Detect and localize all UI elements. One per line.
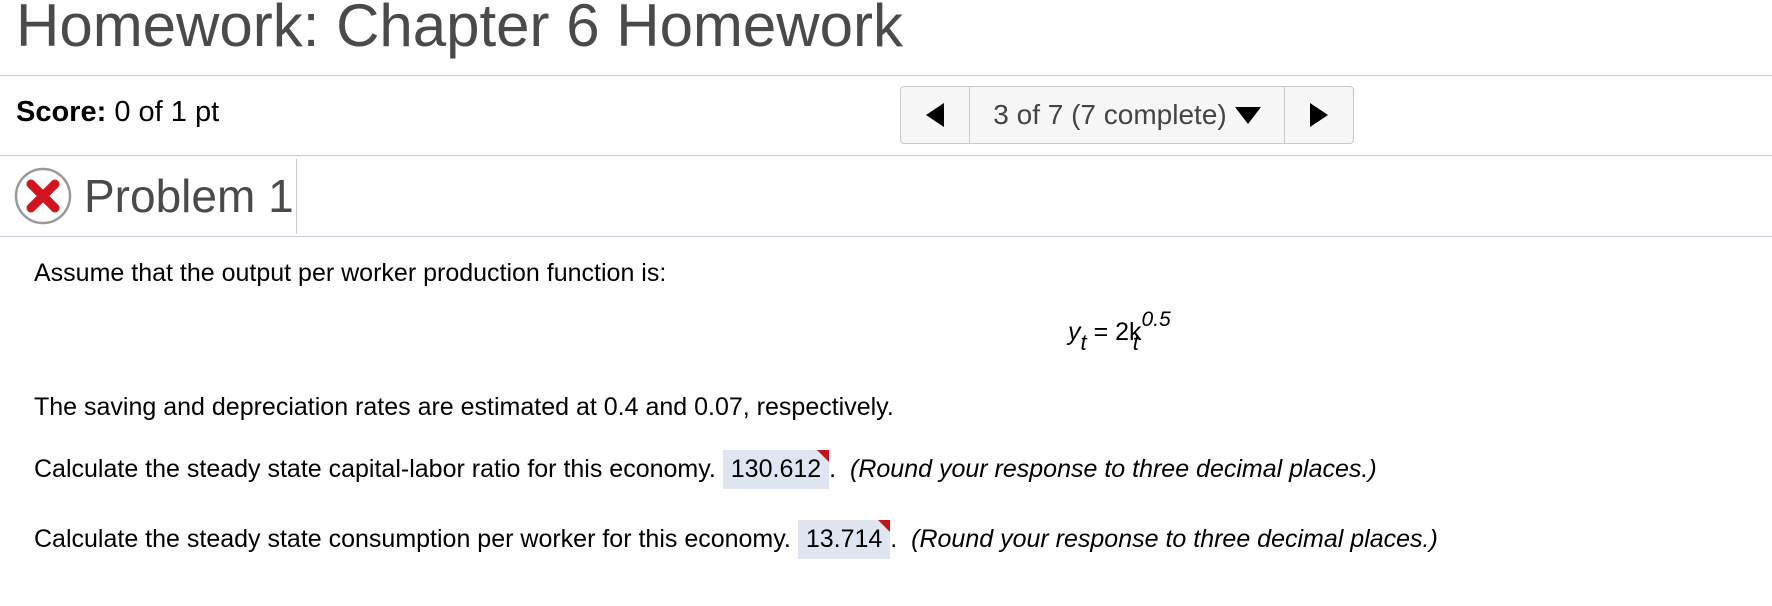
formula-rhs-subscript: t: [1132, 330, 1139, 355]
part2-prompt: Calculate the steady state consumption p…: [34, 525, 791, 553]
score: Score: 0 of 1 pt: [16, 96, 219, 129]
question-intro: Assume that the output per worker produc…: [34, 259, 667, 287]
rates-text: The saving and depreciation rates are es…: [34, 393, 894, 421]
production-function-formula: yt = 2k0.5t: [1068, 308, 1171, 355]
question-part-2: Calculate the steady state consumption p…: [34, 520, 1438, 559]
triangle-down-icon: [1234, 106, 1261, 124]
score-label: Score:: [16, 96, 107, 128]
part1-suffix: .: [829, 455, 837, 483]
part2-suffix: .: [890, 525, 898, 553]
incorrect-x-icon: [14, 167, 72, 225]
problem-header: Problem 1: [0, 157, 294, 235]
part1-hint: (Round your response to three decimal pl…: [850, 455, 1377, 483]
part2-answer-field[interactable]: 13.714: [797, 520, 891, 559]
formula-exponent: 0.5: [1141, 308, 1171, 331]
triangle-right-icon: [1310, 103, 1328, 127]
problem-title: Problem 1: [84, 170, 294, 222]
formula-lhs: y: [1068, 318, 1081, 346]
part1-answer-field[interactable]: 130.612: [722, 450, 830, 489]
part2-hint: (Round your response to three decimal pl…: [911, 525, 1438, 553]
previous-question-button[interactable]: [901, 87, 970, 143]
question-selector-dropdown[interactable]: 3 of 7 (7 complete): [970, 87, 1284, 143]
problem-divider: [0, 236, 1772, 237]
score-divider: [0, 155, 1772, 156]
question-navigator: 3 of 7 (7 complete): [900, 86, 1354, 144]
score-value: 0 of 1 pt: [114, 96, 220, 128]
header-divider: [0, 75, 1772, 76]
page-title: Homework: Chapter 6 Homework: [16, 0, 903, 59]
next-question-button[interactable]: [1284, 87, 1353, 143]
part1-prompt: Calculate the steady state capital-labor…: [34, 455, 716, 483]
triangle-left-icon: [926, 103, 944, 127]
problem-separator: [296, 159, 297, 234]
formula-lhs-subscript: t: [1080, 330, 1087, 355]
question-position: 3 of 7 (7 complete): [993, 99, 1227, 130]
question-part-1: Calculate the steady state capital-labor…: [34, 450, 1377, 489]
